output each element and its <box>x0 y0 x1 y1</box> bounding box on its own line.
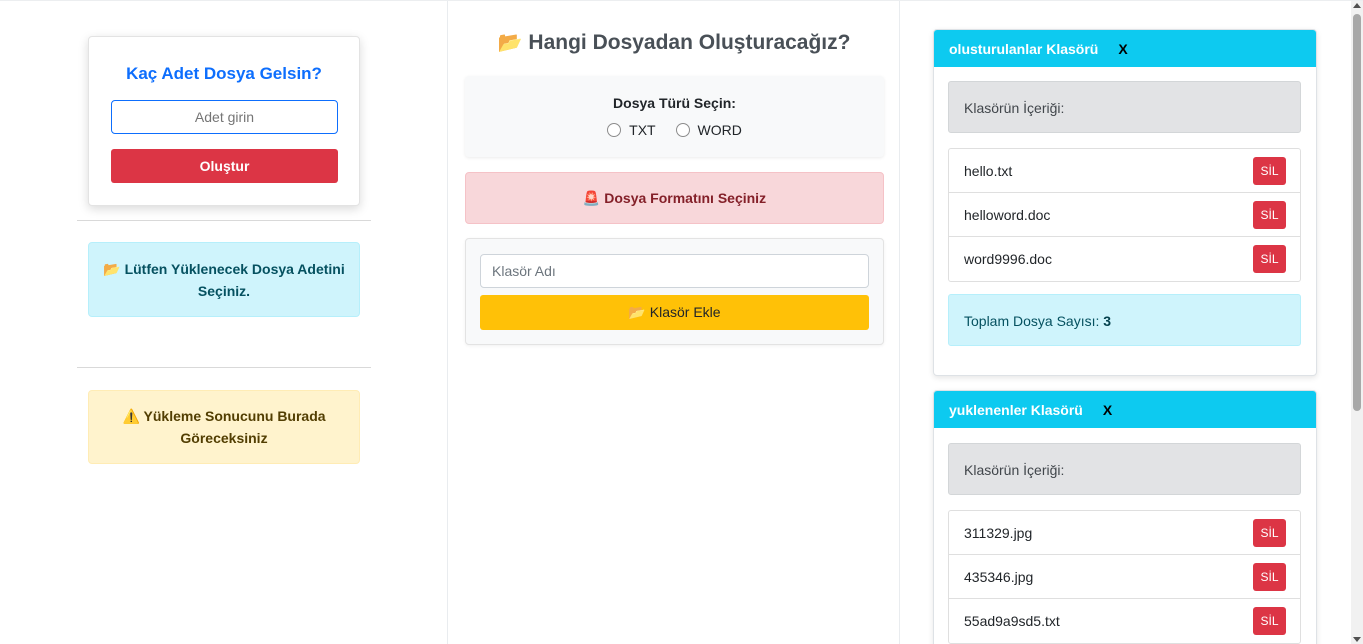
file-name: word9996.doc <box>964 251 1052 267</box>
radio-circle[interactable] <box>675 123 690 137</box>
file-count-title: Kaç Adet Dosya Gelsin? <box>126 64 322 83</box>
file-total: Toplam Dosya Sayısı: 3 <box>948 294 1301 346</box>
radio-word[interactable]: WORD <box>675 122 742 138</box>
add-folder-button[interactable]: 📂 Klasör Ekle <box>480 295 869 330</box>
file-list: hello.txt SİL helloword.doc SİL word9996… <box>948 148 1301 282</box>
folder-name: olusturulanlar Klasörü <box>949 40 1099 57</box>
file-list: 311329.jpg SİL 435346.jpg SİL 55ad9a9sd5… <box>948 510 1301 644</box>
folder-card-header: yuklenenler Klasörü X <box>934 391 1316 428</box>
delete-file-button[interactable]: SİL <box>1253 562 1286 591</box>
file-total-label: Toplam Dosya Sayısı: <box>964 313 1100 329</box>
file-type-label: Dosya Türü Seçin: <box>613 95 736 111</box>
delete-file-button[interactable]: SİL <box>1253 518 1286 547</box>
file-name: 55ad9a9sd5.txt <box>964 613 1060 629</box>
info-alert: 📂 Lütfen Yüklenecek Dosya Adetini Seçini… <box>88 242 360 317</box>
info-alert-text: Lütfen Yüklenecek Dosya Adetini Seçiniz. <box>124 261 345 299</box>
radio-circle[interactable] <box>607 123 622 137</box>
result-alert-text: Yükleme Sonucunu Burada Göreceksiniz <box>143 408 326 446</box>
file-row: 55ad9a9sd5.txt SİL <box>949 599 1300 643</box>
page-title-text: Hangi Dosyadan Oluşturacağız? <box>528 31 851 54</box>
scrollbar-thumb[interactable] <box>1353 14 1361 411</box>
folder-card: olusturulanlar Klasörü X Klasörün İçeriğ… <box>933 29 1317 376</box>
file-name: 311329.jpg <box>964 524 1033 541</box>
file-count-card: Kaç Adet Dosya Gelsin? Oluştur <box>88 36 360 206</box>
page-scrollbar[interactable] <box>1351 1 1363 644</box>
delete-file-button[interactable]: SİL <box>1253 200 1286 229</box>
file-row: word9996.doc SİL <box>949 237 1300 281</box>
folder-contents-label: Klasörün İçeriği: <box>948 443 1301 495</box>
divider <box>77 367 371 368</box>
file-name: hello.txt <box>964 162 1013 179</box>
file-total-count: 3 <box>1103 313 1112 329</box>
add-folder-panel: 📂 Klasör Ekle <box>465 238 884 345</box>
folder-name: yuklenenler Klasörü <box>949 401 1083 418</box>
radio-txt-label: TXT <box>629 122 656 138</box>
file-row: hello.txt SİL <box>949 149 1300 193</box>
folder-icon: 📂 <box>103 261 121 277</box>
divider <box>77 220 371 221</box>
radio-word-label: WORD <box>697 122 742 138</box>
delete-file-button[interactable]: SİL <box>1253 156 1286 185</box>
folder-card: yuklenenler Klasörü X Klasörün İçeriği: … <box>933 390 1317 644</box>
siren-icon: 🚨 <box>582 190 601 206</box>
delete-file-button[interactable]: SİL <box>1253 245 1286 273</box>
page: Kaç Adet Dosya Gelsin? Oluştur 📂 Lütfen … <box>0 0 1363 644</box>
format-alert: 🚨 Dosya Formatını Seçiniz <box>465 172 884 224</box>
file-row: 435346.jpg SİL <box>949 555 1300 599</box>
folder-card-header: olusturulanlar Klasörü X <box>934 30 1316 67</box>
folder-icon: 📂 <box>628 304 646 320</box>
scroll-down-arrow-icon[interactable] <box>1353 637 1361 642</box>
middle-column: 📂 Hangi Dosyadan Oluşturacağız? Dosya Tür… <box>449 1 900 644</box>
file-name: 435346.jpg <box>964 568 1034 585</box>
delete-file-button[interactable]: SİL <box>1253 607 1286 635</box>
file-type-panel: Dosya Türü Seçin: TXT WORD <box>465 76 884 157</box>
format-alert-text: Dosya Formatını Seçiniz <box>604 190 767 206</box>
warning-icon: ⚠️ <box>122 408 140 424</box>
left-column: Kaç Adet Dosya Gelsin? Oluştur 📂 Lütfen … <box>0 1 448 644</box>
file-count-input[interactable] <box>111 100 338 134</box>
page-title: 📂 Hangi Dosyadan Oluşturacağız? <box>449 30 899 55</box>
scroll-up-arrow-icon[interactable] <box>1353 3 1361 8</box>
close-folder-button[interactable]: X <box>1103 402 1112 418</box>
file-type-radios: TXT WORD <box>465 122 884 140</box>
right-column: olusturulanlar Klasörü X Klasörün İçeriğ… <box>901 1 1351 644</box>
result-alert: ⚠️ Yükleme Sonucunu Burada Göreceksiniz <box>88 390 360 464</box>
create-button[interactable]: Oluştur <box>111 149 338 183</box>
file-row: helloword.doc SİL <box>949 193 1300 237</box>
folder-contents-label: Klasörün İçeriği: <box>948 81 1301 133</box>
folder-icon: 📂 <box>497 32 523 54</box>
add-folder-label: Klasör Ekle <box>649 304 721 320</box>
close-folder-button[interactable]: X <box>1118 41 1127 57</box>
folder-name-input[interactable] <box>480 254 869 288</box>
radio-txt[interactable]: TXT <box>607 122 656 138</box>
file-name: helloword.doc <box>964 206 1051 223</box>
file-row: 311329.jpg SİL <box>949 511 1300 555</box>
